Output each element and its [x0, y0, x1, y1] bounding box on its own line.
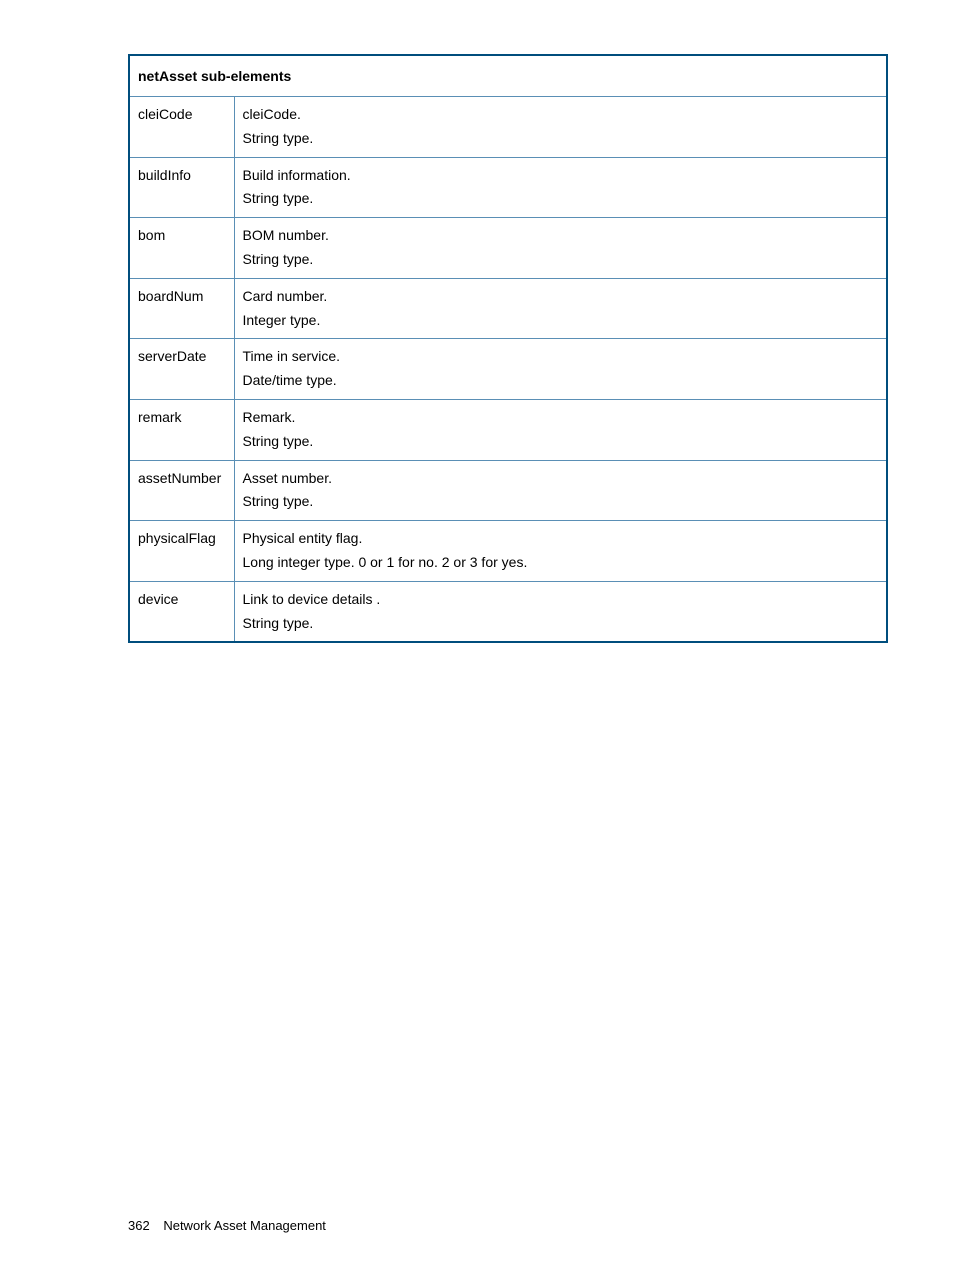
- table-header: netAsset sub-elements: [129, 55, 887, 97]
- element-description: Physical entity flag. Long integer type.…: [234, 521, 887, 582]
- element-description: Build information. String type.: [234, 157, 887, 218]
- element-description: Asset number. String type.: [234, 460, 887, 521]
- element-description: Time in service. Date/time type.: [234, 339, 887, 400]
- element-description: BOM number. String type.: [234, 218, 887, 279]
- element-description: Card number. Integer type.: [234, 278, 887, 339]
- table-row: serverDate Time in service. Date/time ty…: [129, 339, 887, 400]
- page-footer: 362 Network Asset Management: [128, 1218, 326, 1233]
- netasset-sub-elements-table: netAsset sub-elements cleiCode cleiCode.…: [128, 54, 888, 643]
- table-row: assetNumber Asset number. String type.: [129, 460, 887, 521]
- element-name: physicalFlag: [129, 521, 234, 582]
- table-row: device Link to device details . String t…: [129, 581, 887, 642]
- table-row: physicalFlag Physical entity flag. Long …: [129, 521, 887, 582]
- element-name: bom: [129, 218, 234, 279]
- element-name: buildInfo: [129, 157, 234, 218]
- element-description: Link to device details . String type.: [234, 581, 887, 642]
- element-name: remark: [129, 399, 234, 460]
- element-name: serverDate: [129, 339, 234, 400]
- table-row: boardNum Card number. Integer type.: [129, 278, 887, 339]
- table-row: remark Remark. String type.: [129, 399, 887, 460]
- element-name: assetNumber: [129, 460, 234, 521]
- element-description: cleiCode. String type.: [234, 97, 887, 158]
- element-name: boardNum: [129, 278, 234, 339]
- section-title: Network Asset Management: [163, 1218, 326, 1233]
- table-row: cleiCode cleiCode. String type.: [129, 97, 887, 158]
- table-row: buildInfo Build information. String type…: [129, 157, 887, 218]
- element-description: Remark. String type.: [234, 399, 887, 460]
- page-number: 362: [128, 1218, 150, 1233]
- table-row: bom BOM number. String type.: [129, 218, 887, 279]
- element-name: cleiCode: [129, 97, 234, 158]
- element-name: device: [129, 581, 234, 642]
